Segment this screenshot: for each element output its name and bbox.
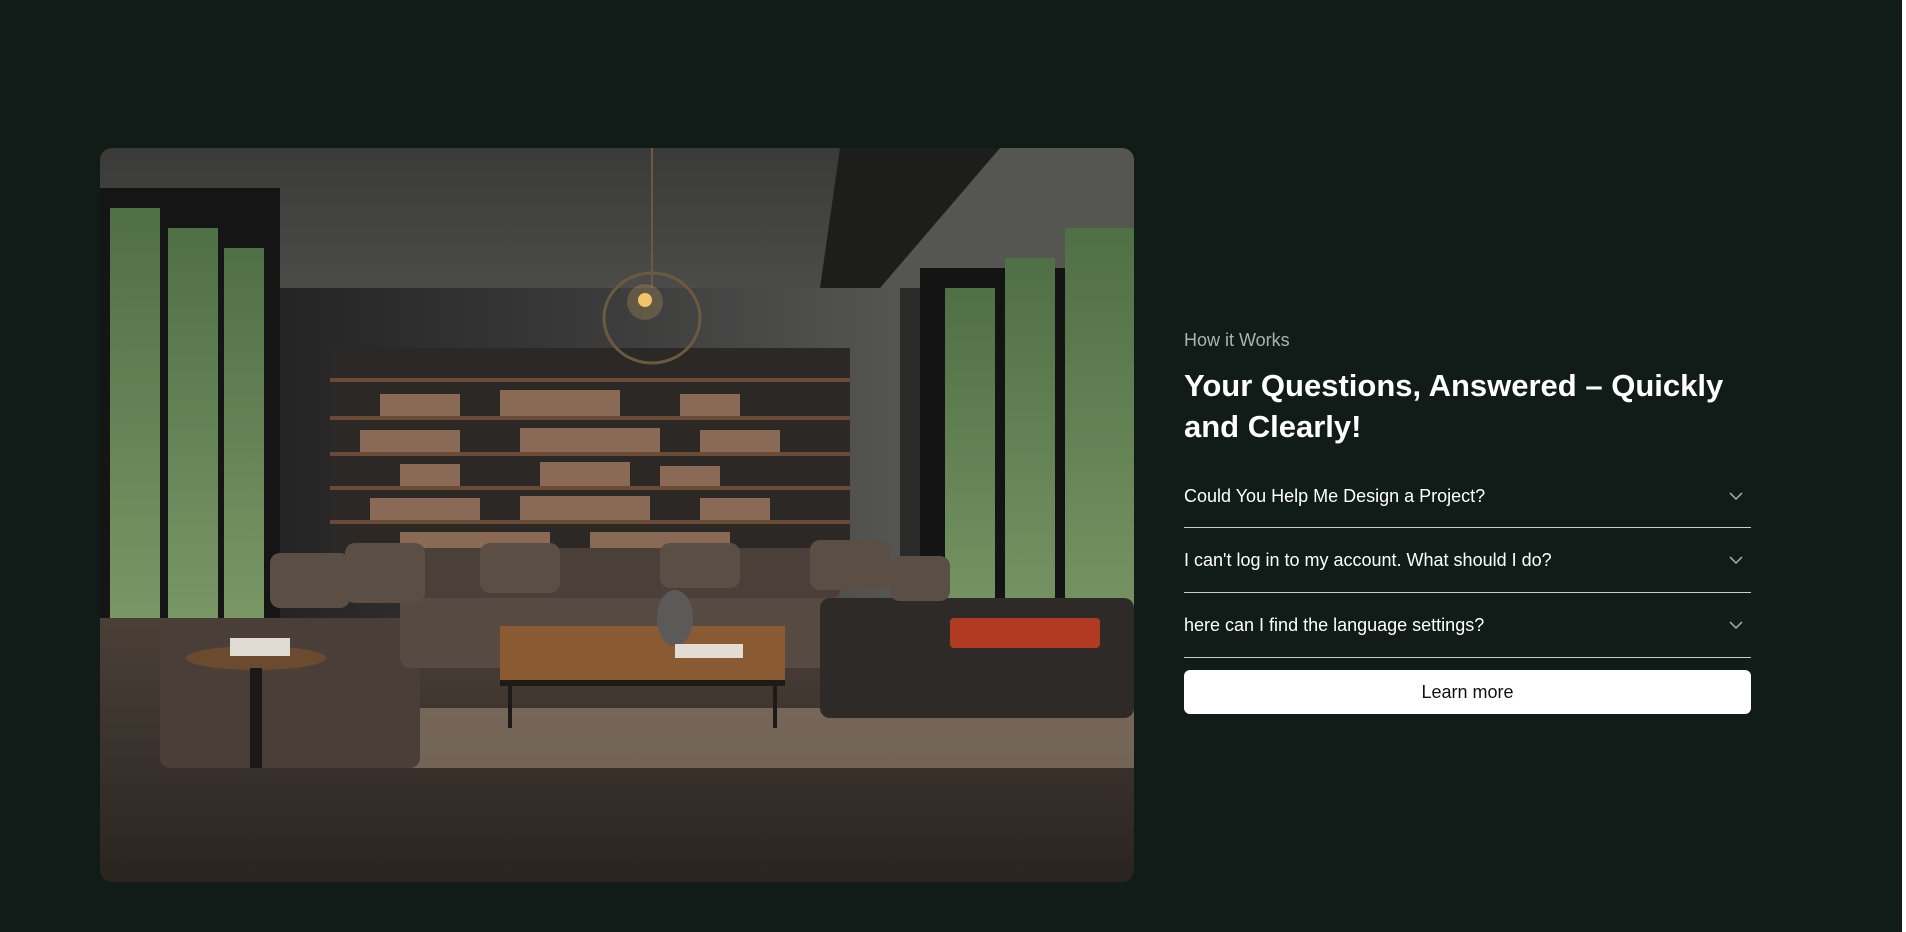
living-room-photo [100,148,1134,882]
chevron-down-icon [1729,621,1743,630]
faq-item-language[interactable]: here can I find the language settings? [1184,593,1751,658]
faq-section: How it Works Your Questions, Answered – … [1184,327,1751,714]
faq-item-design-project[interactable]: Could You Help Me Design a Project? [1184,465,1751,528]
faq-question: here can I find the language settings? [1184,614,1485,635]
scrollbar-edge[interactable] [1902,0,1906,932]
faq-question: I can't log in to my account. What shoul… [1184,549,1552,570]
section-eyebrow: How it Works [1184,330,1290,350]
faq-question: Could You Help Me Design a Project? [1184,485,1486,506]
learn-more-button[interactable]: Learn more [1184,670,1751,714]
faq-item-login[interactable]: I can't log in to my account. What shoul… [1184,528,1751,593]
section-title: Your Questions, Answered – Quickly and C… [1184,368,1724,444]
living-room-illustration [100,148,1134,882]
chevron-down-icon [1729,492,1743,501]
chevron-down-icon [1729,556,1743,565]
